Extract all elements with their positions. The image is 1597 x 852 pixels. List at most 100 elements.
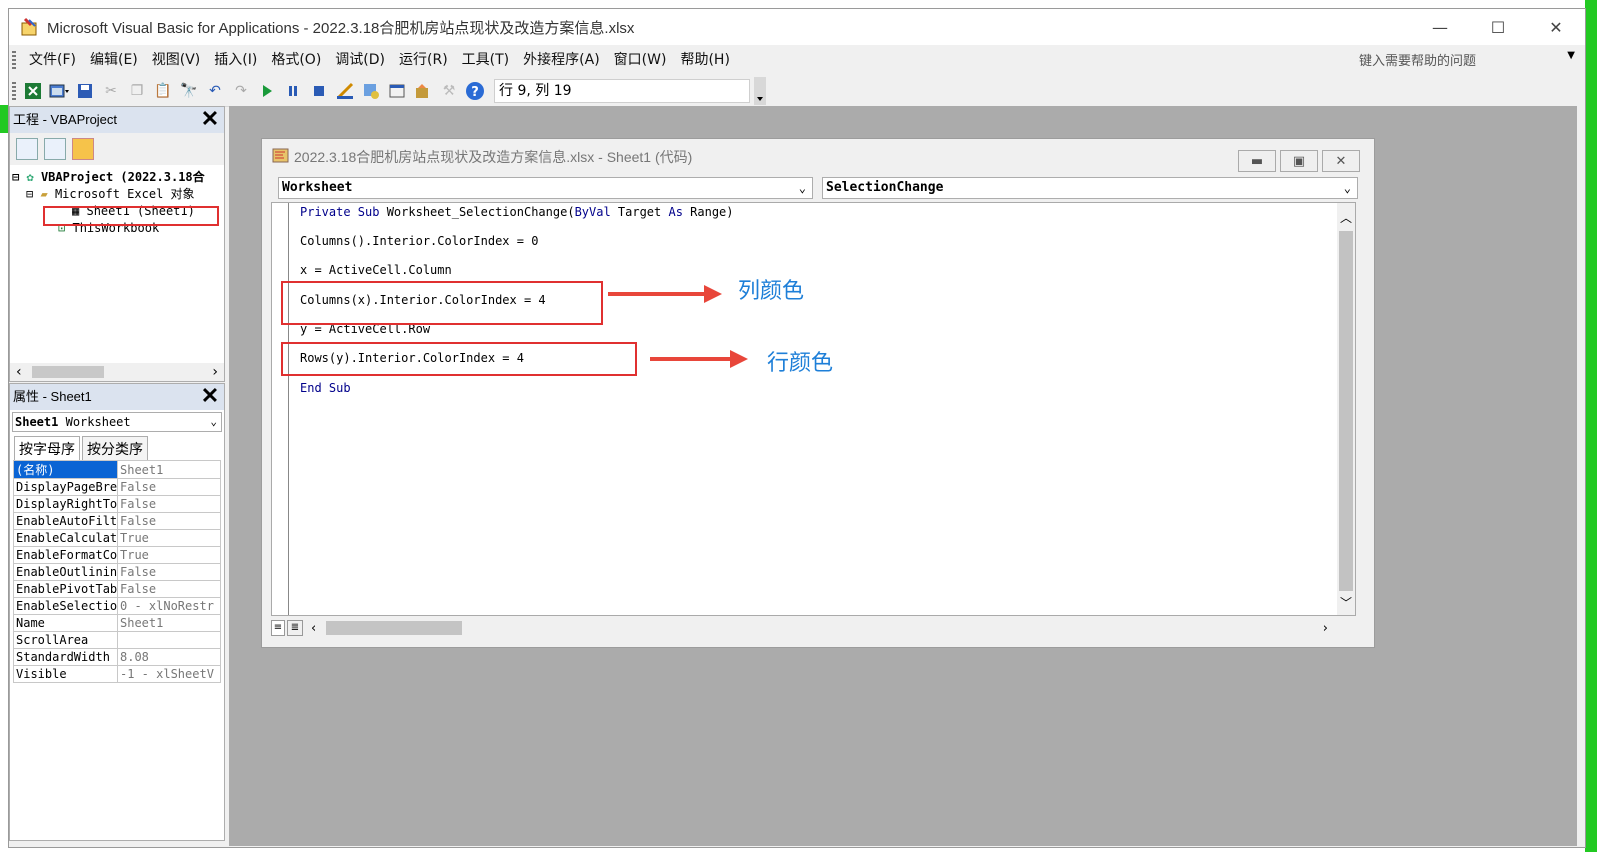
property-row[interactable]: StandardWidth 8.08 xyxy=(13,648,221,666)
minimize-button[interactable]: — xyxy=(1411,9,1469,45)
save-icon[interactable] xyxy=(74,80,96,102)
property-name[interactable]: EnableOutlinin xyxy=(13,563,118,581)
property-value[interactable]: Sheet1 xyxy=(117,460,221,479)
property-value[interactable]: True xyxy=(117,529,221,547)
scroll-thumb[interactable] xyxy=(1339,231,1353,591)
menu-file[interactable]: 文件(F) xyxy=(22,47,83,73)
code-minimize-button[interactable]: ▬ xyxy=(1238,150,1276,172)
code-line-3[interactable]: x = ActiveCell.Column xyxy=(300,263,452,277)
menu-edit[interactable]: 编辑(E) xyxy=(83,47,145,73)
code-line-2[interactable]: Columns().Interior.ColorIndex = 0 xyxy=(300,234,538,248)
toolbox-icon[interactable]: ⚒ xyxy=(438,80,460,102)
property-value[interactable]: False xyxy=(117,563,221,581)
object-browser-icon[interactable] xyxy=(412,80,434,102)
chevron-down-icon[interactable]: ⌄ xyxy=(1344,178,1351,198)
close-project-pane-icon[interactable]: ✕ xyxy=(198,108,222,132)
menu-window[interactable]: 窗口(W) xyxy=(607,47,674,73)
property-name[interactable]: Name xyxy=(13,614,118,632)
property-name[interactable]: EnableAutoFilt xyxy=(13,512,118,530)
copy-icon[interactable]: ❐ xyxy=(126,80,148,102)
property-name[interactable]: ScrollArea xyxy=(13,631,118,649)
procedure-combo[interactable]: SelectionChange ⌄ xyxy=(822,177,1358,199)
find-icon[interactable]: 🔭 xyxy=(178,80,200,102)
property-name[interactable]: EnablePivotTab xyxy=(13,580,118,598)
view-excel-icon[interactable] xyxy=(22,80,44,102)
code-restore-button[interactable]: ▣ xyxy=(1280,150,1318,172)
code-vertical-scrollbar[interactable]: ︿ ﹀ xyxy=(1337,203,1355,615)
object-combo[interactable]: Worksheet ⌄ xyxy=(278,177,813,199)
chevron-down-icon[interactable]: ⌄ xyxy=(210,413,217,431)
collapse-icon[interactable]: ⊟ xyxy=(12,170,19,184)
insert-userform-icon[interactable] xyxy=(48,80,70,102)
view-code-icon[interactable] xyxy=(16,138,38,160)
menu-run[interactable]: 运行(R) xyxy=(392,47,455,73)
close-properties-pane-icon[interactable]: ✕ xyxy=(198,385,222,409)
code-editor[interactable]: Private Sub Worksheet_SelectionChange(By… xyxy=(271,202,1356,616)
scroll-right-icon[interactable]: › xyxy=(1323,621,1328,636)
design-mode-icon[interactable] xyxy=(334,80,356,102)
property-value[interactable]: False xyxy=(117,512,221,530)
help-icon[interactable]: ? xyxy=(464,80,486,102)
scroll-left-icon[interactable]: ‹ xyxy=(16,364,22,380)
property-row[interactable]: EnableAutoFilt False xyxy=(13,512,221,530)
scroll-thumb[interactable] xyxy=(32,366,104,378)
menubar-grip-handle[interactable] xyxy=(12,51,16,69)
code-margin[interactable] xyxy=(272,203,289,615)
help-dropdown-icon[interactable]: ▼ xyxy=(1567,50,1575,61)
property-row[interactable]: Visible -1 - xlSheetV xyxy=(13,665,221,683)
property-value[interactable]: False xyxy=(117,495,221,513)
property-row[interactable]: EnablePivotTab False xyxy=(13,580,221,598)
project-horizontal-scrollbar[interactable]: ‹ › xyxy=(10,363,224,381)
tab-categorized[interactable]: 按分类序 xyxy=(82,436,148,461)
menu-help[interactable]: 帮助(H) xyxy=(673,47,736,73)
property-name[interactable]: (名称) xyxy=(13,460,118,479)
property-row[interactable]: EnableFormatCo True xyxy=(13,546,221,564)
property-value[interactable]: 8.08 xyxy=(117,648,221,666)
menu-view[interactable]: 视图(V) xyxy=(145,47,208,73)
property-value[interactable]: False xyxy=(117,580,221,598)
code-line-1[interactable]: Private Sub Worksheet_SelectionChange(By… xyxy=(300,205,734,219)
cut-icon[interactable]: ✂ xyxy=(100,80,122,102)
toggle-folders-icon[interactable] xyxy=(72,138,94,160)
scroll-right-icon[interactable]: › xyxy=(212,364,218,380)
properties-window-icon[interactable] xyxy=(386,80,408,102)
property-value[interactable]: False xyxy=(117,478,221,496)
property-row[interactable]: EnableSelectio 0 - xlNoRestr xyxy=(13,597,221,615)
run-icon[interactable] xyxy=(256,80,278,102)
scroll-up-icon[interactable]: ︿ xyxy=(1340,209,1352,226)
scroll-down-icon[interactable]: ﹀ xyxy=(1340,594,1352,611)
property-name[interactable]: Visible xyxy=(13,665,118,683)
property-row[interactable]: DisplayRightTo False xyxy=(13,495,221,513)
procedure-view-icon[interactable]: ≡ xyxy=(271,620,285,636)
property-value[interactable] xyxy=(117,631,221,649)
full-module-view-icon[interactable]: ≣ xyxy=(287,620,303,636)
project-explorer-icon[interactable] xyxy=(360,80,382,102)
property-name[interactable]: DisplayPageBre xyxy=(13,478,118,496)
scroll-left-icon[interactable]: ‹ xyxy=(311,621,316,636)
menu-addins[interactable]: 外接程序(A) xyxy=(516,47,607,73)
tab-alphabetic[interactable]: 按字母序 xyxy=(14,436,80,461)
property-row[interactable]: Name Sheet1 xyxy=(13,614,221,632)
property-name[interactable]: DisplayRightTo xyxy=(13,495,118,513)
code-line-7[interactable]: End Sub xyxy=(300,381,351,395)
chevron-down-icon[interactable]: ⌄ xyxy=(799,178,806,198)
view-object-icon[interactable] xyxy=(44,138,66,160)
collapse-icon[interactable]: ⊟ xyxy=(26,187,33,201)
property-row[interactable]: EnableCalculat True xyxy=(13,529,221,547)
property-row[interactable]: DisplayPageBre False xyxy=(13,478,221,496)
property-value[interactable]: True xyxy=(117,546,221,564)
stop-icon[interactable] xyxy=(308,80,330,102)
property-name[interactable]: StandardWidth xyxy=(13,648,118,666)
tree-node-excel-objects[interactable]: ⊟ ▰ Microsoft Excel 对象 xyxy=(12,186,222,203)
code-horizontal-scroll-thumb[interactable] xyxy=(326,621,463,635)
close-button[interactable]: ✕ xyxy=(1527,9,1585,45)
toolbar-options-icon[interactable] xyxy=(754,76,766,105)
redo-icon[interactable]: ↷ xyxy=(230,80,252,102)
menu-tools[interactable]: 工具(T) xyxy=(455,47,516,73)
undo-icon[interactable]: ↶ xyxy=(204,80,226,102)
menu-debug[interactable]: 调试(D) xyxy=(328,47,392,73)
property-name[interactable]: EnableCalculat xyxy=(13,529,118,547)
property-row[interactable]: ScrollArea xyxy=(13,631,221,649)
paste-icon[interactable]: 📋 xyxy=(152,80,174,102)
property-value[interactable]: Sheet1 xyxy=(117,614,221,632)
